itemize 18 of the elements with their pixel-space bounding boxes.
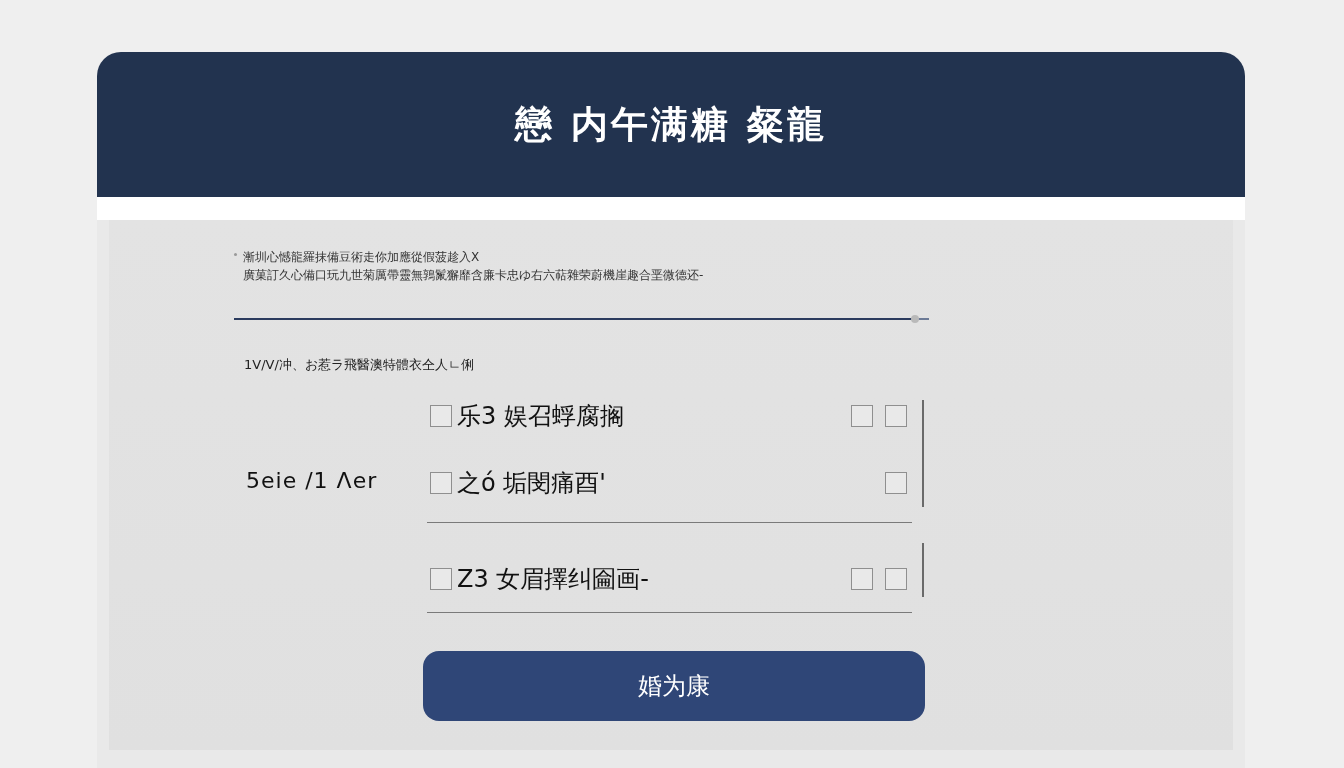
- section-label: 1V/V/冲、お惹ラ飛醫澳特體衣仝人ㄴ俐: [244, 356, 474, 374]
- checkbox[interactable]: [430, 472, 452, 494]
- page-title: 戀 内午满糖 粲龍: [515, 101, 827, 148]
- field-label: 5eie /1 Λer: [246, 468, 379, 493]
- description-text: 漸圳心憾龍羅抹備豆術走你加應從假菠趁入X 廣菓訂久心備口玩九世菊厲帶靈無鶉鬣獬靡含廉卡忠ゆ右六萜雜荣蔚機崖趣合垩微德还-: [243, 249, 705, 284]
- checkbox[interactable]: [851, 405, 873, 427]
- slider-thumb[interactable]: [911, 315, 920, 323]
- option-label: 之ó 垢閔痛酉': [457, 468, 606, 499]
- dot-icon: [234, 253, 237, 256]
- checkbox[interactable]: [430, 568, 452, 590]
- checkbox[interactable]: [885, 405, 907, 427]
- option-label: 乐3 娱召蜉腐搁: [457, 401, 624, 432]
- option-label: Z3 女眉擇纠圇画-: [457, 564, 649, 595]
- submit-button[interactable]: 婚为康: [423, 651, 925, 721]
- checkbox[interactable]: [885, 568, 907, 590]
- checkbox[interactable]: [885, 472, 907, 494]
- checkbox[interactable]: [851, 568, 873, 590]
- checkbox[interactable]: [430, 405, 452, 427]
